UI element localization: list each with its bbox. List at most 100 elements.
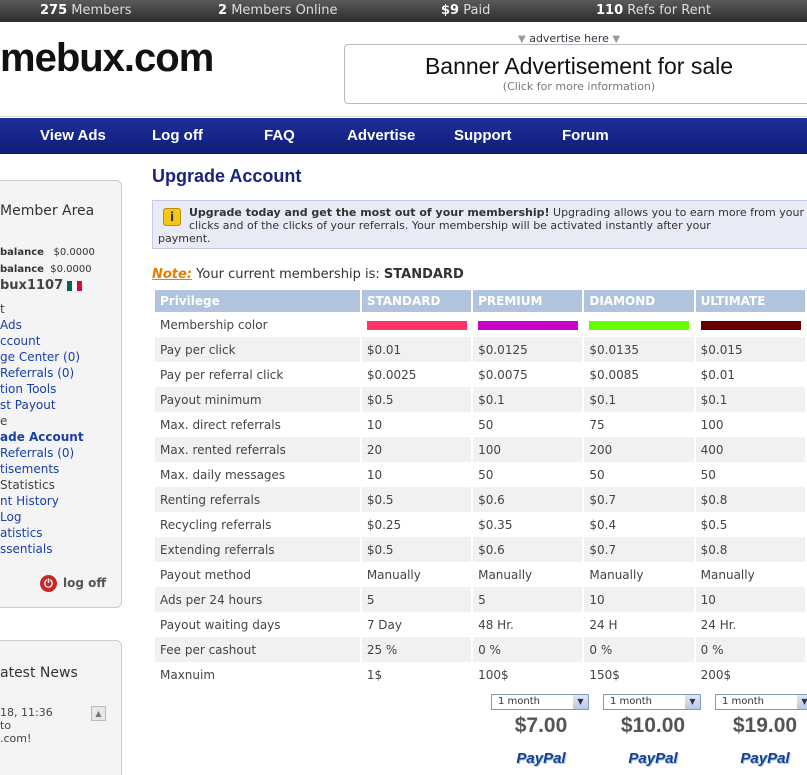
nav-view-ads[interactable]: View Ads	[40, 127, 106, 144]
table-cell: Extending referrals	[155, 537, 360, 562]
main-nav: View Ads Log off FAQ Advertise Support F…	[0, 118, 807, 154]
nav-log-off[interactable]: Log off	[152, 127, 203, 144]
col-standard: STANDARD	[361, 290, 472, 312]
table-row: Payout method Manually Manually Manually Man…	[155, 562, 805, 587]
table-cell: 400	[695, 437, 805, 462]
col-diamond: DIAMOND	[584, 290, 694, 312]
sidebar-item[interactable]: nt History	[0, 494, 59, 508]
table-cell	[362, 312, 471, 337]
table-cell: $0.7	[584, 487, 694, 512]
banner-subtitle: (Click for more information)	[502, 80, 656, 93]
color-swatch	[589, 320, 690, 330]
stat-refs: 110 Refs for Rent	[596, 3, 712, 18]
table-cell: 10	[695, 587, 805, 612]
chevron-down-icon: ▼	[797, 695, 807, 709]
nav-advertise[interactable]: Advertise	[347, 127, 415, 144]
sidebar-item[interactable]: Ads	[0, 318, 22, 332]
table-cell: $0.7	[584, 537, 694, 562]
table-cell: $0.1	[473, 387, 583, 412]
stat-online: 2 Members Online	[218, 3, 338, 18]
table-cell: 5	[473, 587, 583, 612]
col-privilege: Privilege	[155, 290, 360, 312]
table-cell: Manually	[478, 567, 533, 582]
table-cell: 7 Day	[366, 617, 402, 632]
table-cell: 25 %	[361, 637, 472, 662]
table-cell: Payout waiting days	[160, 617, 281, 632]
sidebar-item[interactable]: atistics	[0, 526, 43, 540]
table-row: Membership color	[155, 312, 805, 337]
col-ultimate: ULTIMATE	[695, 290, 805, 312]
banner-ad[interactable]: Banner Advertisement for sale (Click for…	[344, 44, 807, 104]
member-area-title: Member Area	[0, 203, 95, 219]
table-cell: $0.1	[695, 387, 805, 412]
table-row: Ads per 24 hours 5 5 10 10	[155, 587, 805, 612]
sidebar-item[interactable]: ccount	[0, 334, 40, 348]
stat-paid: $9 Paid	[441, 3, 491, 18]
news-scroll-up-button[interactable]: ▲	[91, 706, 106, 721]
table-cell: Manually	[366, 567, 421, 582]
sidebar-item[interactable]: st Payout	[0, 398, 56, 412]
table-cell: Recycling referrals	[160, 517, 272, 532]
table-cell: 50	[589, 467, 605, 482]
table-cell: Pay per referral click	[160, 367, 284, 382]
table-row: Maxnuim 1$ 100$ 150$ 200$	[155, 662, 805, 687]
table-cell: Pay per click	[155, 337, 360, 362]
sidebar-item[interactable]: Referrals (0)	[0, 366, 74, 380]
sidebar-item[interactable]: ge Center (0)	[0, 350, 80, 364]
price-premium: $7.00	[514, 714, 568, 737]
table-cell: $0.25	[366, 517, 402, 532]
sidebar-item: t	[0, 302, 5, 316]
table-cell: 200$	[700, 667, 732, 682]
table-row: Payout waiting days 7 Day 48 Hr. 24 H 24 Hr.	[155, 612, 805, 637]
table-cell: 5	[361, 587, 472, 612]
nav-support[interactable]: Support	[454, 127, 512, 144]
table-cell: 150$	[589, 667, 620, 682]
sidebar-item[interactable]: ssentials	[0, 542, 52, 556]
table-cell: $0.01	[700, 367, 736, 382]
table-cell: $0.5	[700, 517, 728, 532]
table-cell: $0.35	[478, 517, 513, 532]
table-cell	[584, 312, 693, 337]
table-cell: $0.0075	[478, 367, 528, 382]
table-cell: 10	[366, 467, 383, 482]
period-select-diamond[interactable]: 1 month ▼	[603, 694, 701, 710]
table-cell: 24 H	[589, 617, 618, 632]
sidebar-item[interactable]: Log	[0, 510, 21, 524]
table-header-row: Privilege STANDARD PREMIUM DIAMOND ULTIM…	[155, 290, 805, 312]
table-cell: 24 Hr.	[700, 617, 737, 632]
table-row: Max. rented referrals 20 100 200 400	[155, 437, 805, 462]
latest-news-title: atest News	[0, 665, 78, 681]
color-swatch	[366, 320, 467, 330]
period-select-premium[interactable]: 1 month ▼	[491, 694, 589, 710]
balance-row: balance $0.0000	[0, 247, 95, 258]
paypal-button-premium[interactable]: PayPal	[491, 750, 591, 767]
table-cell: 100	[473, 437, 583, 462]
balance-row-2: balance $0.0000	[0, 264, 92, 275]
sidebar-item[interactable]: ade Account	[0, 430, 84, 444]
table-cell: $0.015	[695, 337, 805, 362]
table-cell: $0.0125	[473, 337, 583, 362]
sidebar-item: e	[0, 414, 8, 428]
news-line: .com!	[0, 732, 32, 745]
col-premium: PREMIUM	[473, 290, 583, 312]
nav-faq[interactable]: FAQ	[264, 127, 295, 144]
table-cell: Payout minimum	[155, 387, 360, 412]
nav-forum[interactable]: Forum	[562, 127, 609, 144]
paypal-button-diamond[interactable]: PayPal	[603, 750, 703, 767]
paypal-button-ultimate[interactable]: PayPal	[715, 750, 807, 767]
period-select-ultimate[interactable]: 1 month ▼	[715, 694, 807, 710]
sidebar-item[interactable]: Referrals (0)	[0, 446, 74, 460]
table-cell: $0.5	[361, 487, 472, 512]
site-logo[interactable]: mebux.com	[0, 36, 214, 81]
table-row: Recycling referrals $0.25 $0.35 $0.4 $0.5	[155, 512, 805, 537]
table-cell: 200	[584, 437, 694, 462]
banner-title: Banner Advertisement for sale	[424, 53, 734, 79]
table-cell: Payout method	[160, 567, 251, 582]
table-row: Max. daily messages 10 50 50 50	[155, 462, 805, 487]
sidebar-logoff-button[interactable]: ⏻ log off	[40, 575, 106, 592]
sidebar-item[interactable]: tion Tools	[0, 382, 56, 396]
table-row: Payout minimum $0.5 $0.1 $0.1 $0.1	[155, 387, 805, 412]
table-cell: Max. daily messages	[160, 467, 286, 482]
sidebar-item[interactable]: tisements	[0, 462, 59, 476]
upgrade-table: Privilege STANDARD PREMIUM DIAMOND ULTIM…	[153, 290, 807, 687]
